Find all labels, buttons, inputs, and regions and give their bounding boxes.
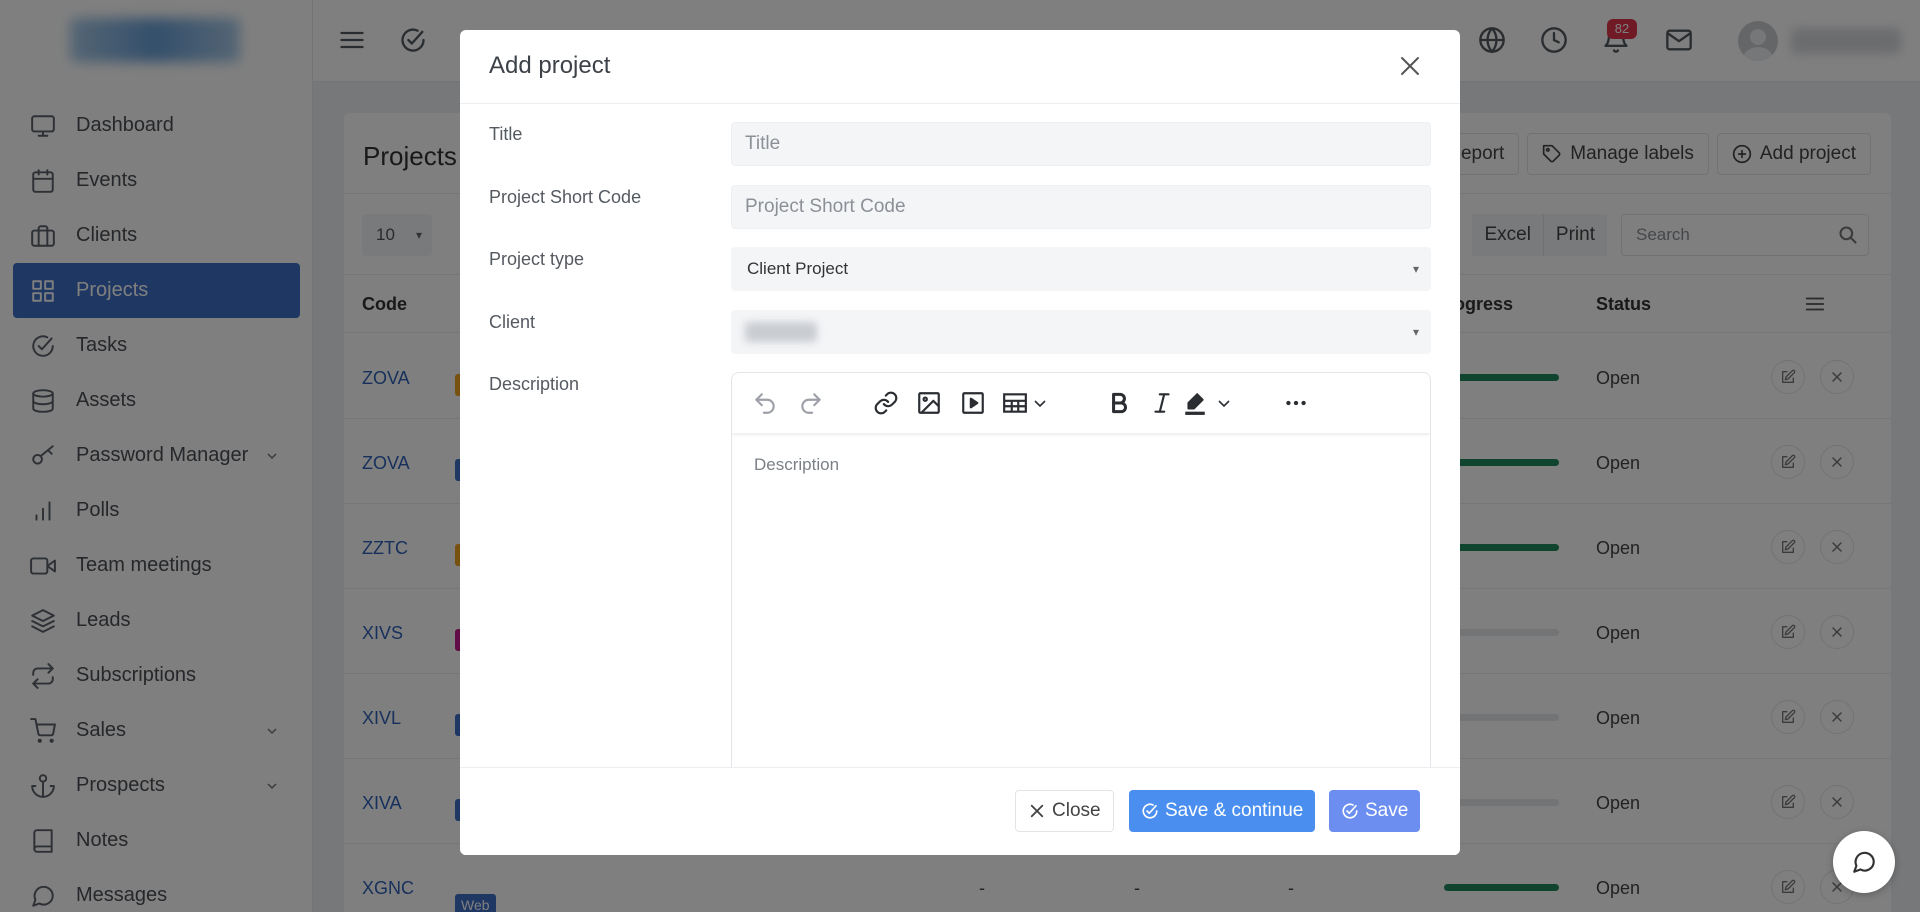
highlight-icon[interactable] (1182, 390, 1208, 416)
close-button-label: Close (1052, 800, 1101, 821)
media-play-icon[interactable] (960, 390, 986, 416)
save-and-continue-button[interactable]: Save & continue (1129, 790, 1316, 832)
title-label: Title (489, 124, 523, 144)
close-icon (1030, 804, 1044, 818)
check-circle-icon (1342, 803, 1358, 819)
table-icon[interactable] (1002, 390, 1028, 416)
short-code-label: Project Short Code (489, 187, 642, 207)
client-label: Client (489, 312, 536, 332)
client-value (745, 322, 817, 342)
short-code-placeholder: Project Short Code (745, 196, 906, 217)
save-and-continue-label: Save & continue (1165, 800, 1304, 821)
add-project-modal: Add project Title Title Project Short Co… (460, 30, 1460, 855)
description-editor[interactable]: Description (731, 372, 1431, 832)
check-circle-icon (1142, 803, 1158, 819)
more-options-icon[interactable] (1283, 390, 1309, 416)
image-icon[interactable] (916, 390, 942, 416)
save-button[interactable]: Save (1329, 790, 1421, 832)
title-placeholder: Title (745, 133, 781, 154)
description-label: Description (489, 374, 580, 394)
chat-button[interactable] (1833, 831, 1895, 893)
title-input[interactable]: Title (731, 122, 1431, 166)
modal-title: Add project (489, 52, 611, 79)
project-type-select[interactable]: Client Project ▾ (731, 247, 1431, 291)
italic-icon[interactable] (1149, 390, 1175, 416)
short-code-input[interactable]: Project Short Code (731, 185, 1431, 229)
undo-icon[interactable] (752, 390, 778, 416)
project-type-value: Client Project (747, 259, 849, 278)
editor-toolbar (732, 373, 1430, 433)
chevron-down-icon[interactable] (1034, 399, 1046, 409)
chat-bubble-icon (1853, 851, 1875, 873)
modal-footer: Close Save & continue Save (460, 767, 1460, 855)
description-placeholder: Description (754, 455, 840, 474)
save-button-label: Save (1365, 800, 1409, 821)
client-select[interactable]: ▾ (731, 310, 1431, 354)
close-button[interactable]: Close (1015, 790, 1114, 832)
chevron-down-icon: ▾ (1412, 262, 1419, 276)
chevron-down-icon: ▾ (1412, 325, 1419, 339)
redo-icon[interactable] (798, 390, 824, 416)
close-icon[interactable] (1398, 54, 1422, 78)
link-icon[interactable] (873, 390, 899, 416)
bold-icon[interactable] (1106, 390, 1132, 416)
modal-header: Add project (460, 30, 1460, 104)
chevron-down-icon[interactable] (1218, 399, 1230, 409)
project-type-label: Project type (489, 249, 585, 269)
